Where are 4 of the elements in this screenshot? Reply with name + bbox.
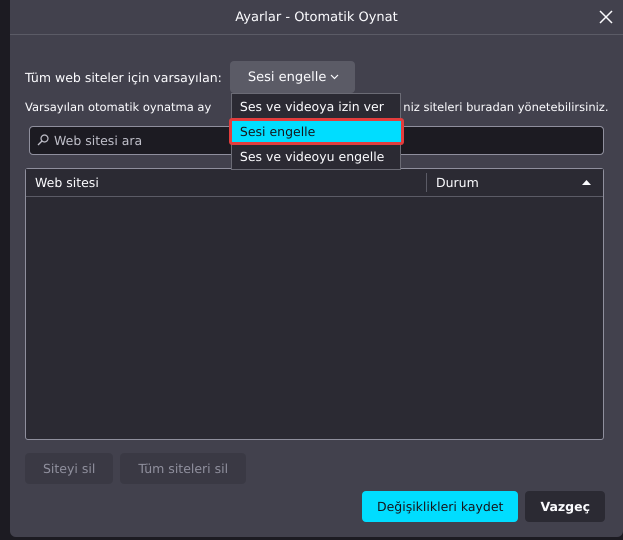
default-setting-label: Tüm web siteler için varsayılan:	[25, 70, 222, 84]
description-text: Varsayılan otomatik oynatma ay	[25, 100, 212, 114]
window-title: Ayarlar - Otomatik Oynat	[235, 10, 398, 24]
description-text: niz siteleri buradan yönetebilirsiniz.	[403, 100, 608, 114]
